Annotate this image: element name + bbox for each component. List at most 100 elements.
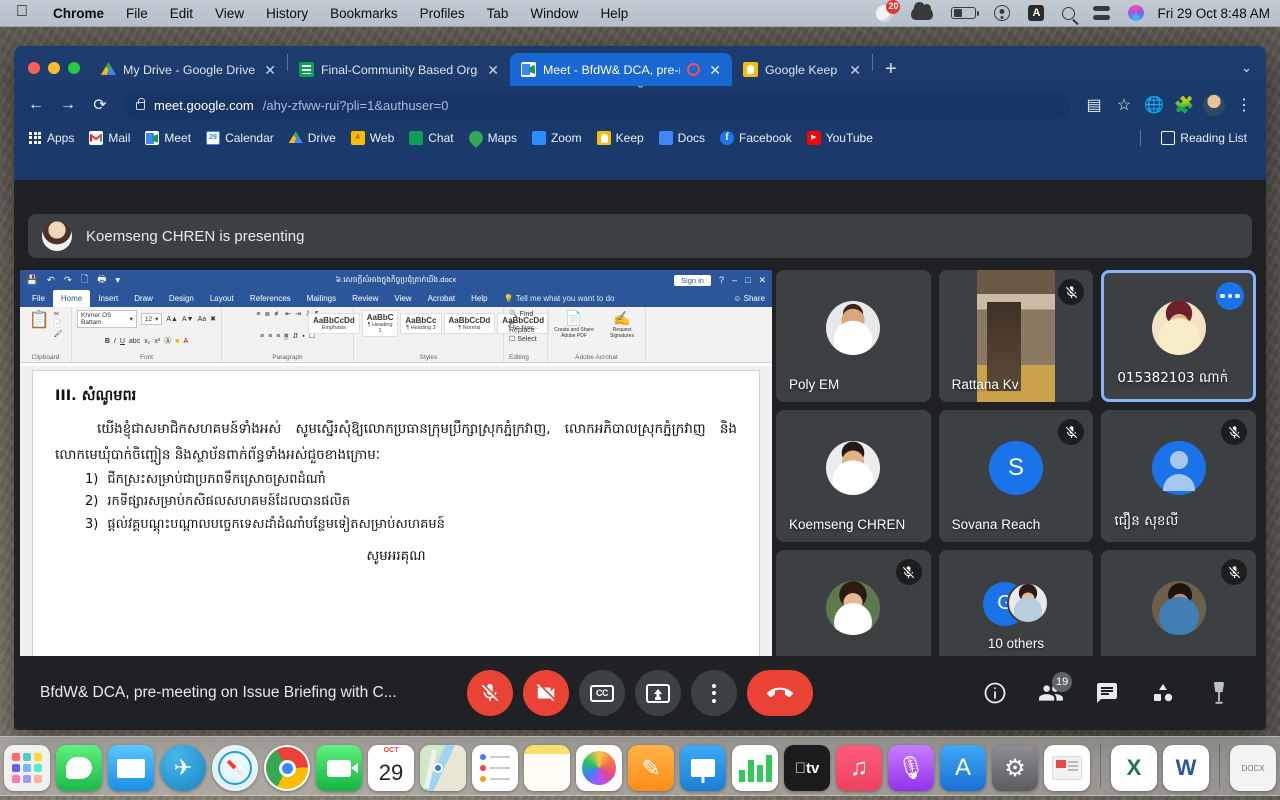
close-window-button[interactable]: [28, 62, 40, 74]
change-case-icon[interactable]: Aa: [198, 316, 207, 323]
word-tab-layout[interactable]: Layout: [202, 290, 242, 307]
menu-edit[interactable]: Edit: [159, 0, 204, 27]
menu-window[interactable]: Window: [519, 0, 589, 27]
dock-excel[interactable]: X: [1111, 745, 1157, 791]
clear-formatting-icon[interactable]: ✖: [210, 315, 216, 323]
notification-badge-icon[interactable]: 20: [867, 0, 902, 27]
end-call-button[interactable]: [747, 670, 813, 716]
address-bar[interactable]: meet.google.com/ahy-zfww-rui?pli=1&authu…: [124, 91, 1070, 119]
word-tab-design[interactable]: Design: [161, 290, 202, 307]
battery-icon[interactable]: [942, 0, 985, 27]
customize-icon[interactable]: ▾: [115, 275, 120, 286]
increase-indent-icon[interactable]: ⇥: [295, 310, 301, 318]
request-signatures-button[interactable]: ✍ Request Signatures: [603, 310, 641, 339]
dock-appletv[interactable]: tv: [784, 745, 830, 791]
align-right-icon[interactable]: ≡: [276, 333, 280, 340]
control-center-icon[interactable]: [1084, 0, 1119, 27]
reload-button[interactable]: ⟳: [86, 91, 114, 119]
bookmark-chat[interactable]: Chat: [402, 128, 460, 148]
host-controls-button[interactable]: [1198, 672, 1240, 714]
strikethrough-icon[interactable]: abc: [129, 338, 140, 345]
cut-icon[interactable]: ✂: [54, 310, 63, 318]
numbering-icon[interactable]: ≣: [264, 310, 270, 318]
dock-telegram[interactable]: ✈: [160, 745, 206, 791]
maximize-window-button[interactable]: [68, 62, 80, 74]
dock-numbers[interactable]: [732, 745, 778, 791]
dock-word[interactable]: W: [1163, 745, 1209, 791]
menu-file[interactable]: File: [115, 0, 159, 27]
menu-tab[interactable]: Tab: [476, 0, 520, 27]
word-tab-view[interactable]: View: [386, 290, 419, 307]
chrome-menu-icon[interactable]: ⋮: [1230, 91, 1258, 119]
close-tab-icon[interactable]: ✕: [485, 63, 501, 77]
bullets-icon[interactable]: ≡: [256, 311, 260, 318]
tab-recording-icon[interactable]: [687, 63, 700, 76]
more-options-button[interactable]: [691, 670, 737, 716]
menu-profiles[interactable]: Profiles: [409, 0, 476, 27]
activities-button[interactable]: [1142, 672, 1184, 714]
word-restore-button[interactable]: □: [745, 275, 750, 285]
cloud-icon[interactable]: [902, 0, 942, 27]
menubar-clock[interactable]: Fri 29 Oct 8:48 AM: [1153, 6, 1270, 21]
word-tab-review[interactable]: Review: [344, 290, 386, 307]
shading-icon[interactable]: ▪: [302, 333, 304, 340]
word-tell-me-box[interactable]: 💡 Tell me what you want to do: [496, 290, 623, 307]
save-icon[interactable]: 💾: [26, 275, 38, 286]
word-tab-mailings[interactable]: Mailings: [299, 290, 344, 307]
tab-my-drive[interactable]: My Drive - Google Drive ✕: [90, 53, 287, 86]
dock-messages[interactable]: [56, 745, 102, 791]
new-tab-button[interactable]: +: [873, 59, 909, 86]
style-normal[interactable]: AaBbCcDd¶ Normal: [444, 313, 496, 334]
dock-safari[interactable]: [212, 745, 258, 791]
bookmark-youtube[interactable]: ▶ YouTube: [800, 128, 880, 148]
superscript-icon[interactable]: x²: [154, 338, 160, 345]
microphone-off-button[interactable]: [467, 670, 513, 716]
dock-system-preferences[interactable]: ⚙: [992, 745, 1038, 791]
bookmark-zoom[interactable]: Zoom: [525, 128, 589, 148]
create-share-pdf-button[interactable]: 📄 Create and Share Adobe PDF: [552, 310, 596, 339]
bookmark-docs[interactable]: Docs: [652, 128, 712, 148]
underline-icon[interactable]: U: [120, 338, 125, 345]
decrease-indent-icon[interactable]: ⇤: [285, 310, 291, 318]
word-document-area[interactable]: III. សំណូមពរ យើងខ្ញុំជាសមាជិកសហគមន៍ទាំងអ…: [20, 366, 772, 664]
format-painter-icon[interactable]: 🖌: [54, 330, 63, 338]
bookmark-maps[interactable]: Maps: [462, 128, 524, 148]
style-heading-3[interactable]: AaBbCc¶ Heading 3: [400, 313, 441, 334]
user-account-icon[interactable]: [985, 0, 1019, 27]
line-spacing-icon[interactable]: ⇵: [292, 332, 298, 340]
menu-view[interactable]: View: [204, 0, 255, 27]
close-tab-icon[interactable]: ✕: [847, 63, 863, 77]
dock-podcasts[interactable]: 🎙: [888, 745, 934, 791]
dock-calendar[interactable]: OCT 29: [368, 745, 414, 791]
print-preview-icon[interactable]: 🖶: [97, 272, 106, 288]
word-tab-insert[interactable]: Insert: [90, 290, 126, 307]
bold-icon[interactable]: B: [105, 338, 110, 345]
camera-off-button[interactable]: [523, 670, 569, 716]
text-effects-icon[interactable]: Ⓐ: [164, 336, 171, 346]
dock-notes[interactable]: [524, 745, 570, 791]
shrink-font-icon[interactable]: A▼: [182, 316, 194, 323]
menu-bookmarks[interactable]: Bookmarks: [319, 0, 409, 27]
dock-mail[interactable]: [108, 745, 154, 791]
word-tab-draw[interactable]: Draw: [126, 290, 161, 307]
italic-icon[interactable]: I: [114, 338, 116, 345]
bookmark-keep[interactable]: Keep: [590, 128, 651, 148]
menu-history[interactable]: History: [255, 0, 319, 27]
menu-help[interactable]: Help: [589, 0, 639, 27]
bookmark-mail[interactable]: Mail: [82, 128, 137, 148]
extensions-icon[interactable]: 🧩: [1170, 91, 1198, 119]
word-sign-in-button[interactable]: Sign in: [674, 275, 711, 286]
copy-icon[interactable]: 📄: [54, 320, 63, 328]
undo-icon[interactable]: ↶: [47, 275, 55, 286]
word-tab-file[interactable]: File: [24, 290, 53, 307]
grow-font-icon[interactable]: A▲: [166, 316, 178, 323]
word-tab-help[interactable]: Help: [463, 290, 495, 307]
subscript-icon[interactable]: x₂: [144, 338, 150, 345]
bookmark-web[interactable]: A Web: [344, 128, 401, 148]
dock-downloads-stack[interactable]: DOCX: [1230, 745, 1276, 791]
multilevel-list-icon[interactable]: ≢: [274, 311, 281, 318]
dock-appstore[interactable]: A: [940, 745, 986, 791]
word-page[interactable]: III. សំណូមពរ យើងខ្ញុំជាសមាជិកសហគមន៍ទាំងអ…: [32, 370, 760, 664]
dock-launchpad[interactable]: [4, 745, 50, 791]
participant-tile-sovana-reach[interactable]: S Sovana Reach: [939, 410, 1094, 542]
